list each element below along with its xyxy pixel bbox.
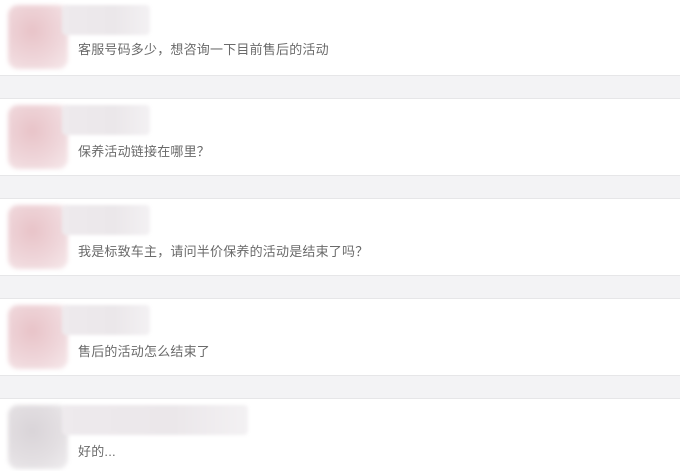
message-text: 客服号码多少，想咨询一下目前售后的活动 — [78, 42, 329, 57]
message-card[interactable]: 好的... — [0, 398, 680, 471]
sender-name-redacted — [62, 205, 150, 235]
avatar — [8, 305, 68, 369]
message-text: 我是标致车主，请问半价保养的活动是结束了吗？ — [78, 244, 369, 259]
message-text: 保养活动链接在哪里？ — [78, 144, 211, 159]
message-card[interactable]: 保养活动链接在哪里？ — [0, 98, 680, 176]
message-text: 售后的活动怎么结束了 — [78, 344, 211, 359]
message-card[interactable]: 客服号码多少，想咨询一下目前售后的活动 — [0, 0, 680, 76]
sender-name-redacted — [62, 305, 150, 335]
sender-name-redacted — [62, 105, 150, 135]
message-card[interactable]: 我是标致车主，请问半价保养的活动是结束了吗？ — [0, 198, 680, 276]
sender-name-redacted — [62, 5, 150, 35]
avatar — [8, 205, 68, 269]
avatar — [8, 405, 68, 469]
avatar — [8, 105, 68, 169]
sender-name-redacted — [62, 405, 248, 435]
message-card[interactable]: 售后的活动怎么结束了 — [0, 298, 680, 376]
message-list: 客服号码多少，想咨询一下目前售后的活动 保养活动链接在哪里？ 我是标致车主，请问… — [0, 0, 680, 471]
message-text: 好的... — [78, 444, 116, 459]
avatar — [8, 5, 68, 69]
